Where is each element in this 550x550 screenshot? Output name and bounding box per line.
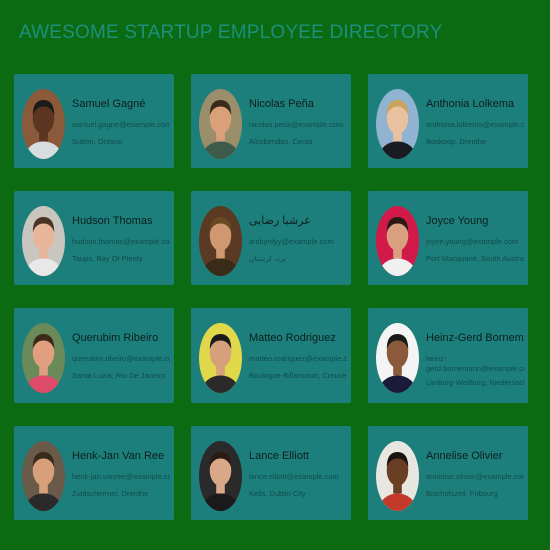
employee-email: hudson.thomas@example.com bbox=[72, 237, 170, 246]
employee-email: lance.elliott@example.com bbox=[249, 472, 339, 481]
employee-name: Querubim Ribeiro bbox=[72, 332, 159, 344]
employee-card[interactable]: Anthonia Lolkema anthonia.lolkema@example… bbox=[368, 74, 528, 168]
employee-location: Bischofszell, Fribourg bbox=[426, 489, 498, 498]
employee-info: Samuel Gagné samuel.gagne@example.com Sutt… bbox=[72, 98, 170, 147]
employee-email: matteo.rodriguez@example.com bbox=[249, 354, 347, 363]
employee-email: querubim.ribeiro@example.com bbox=[72, 354, 170, 363]
employee-email: heinz-gerd.bornemann@example.com bbox=[426, 354, 524, 373]
employee-name: Samuel Gagné bbox=[72, 98, 146, 110]
employee-location: Alcobendas, Ceuta bbox=[249, 137, 313, 146]
employee-card[interactable]: Hudson Thomas hudson.thomas@example.com Ta… bbox=[14, 191, 174, 285]
employee-card[interactable]: Henk-Jan Van Ree henk-jan.vanree@example.… bbox=[14, 426, 174, 520]
employee-avatar bbox=[199, 89, 242, 159]
employee-info: Henk-Jan Van Ree henk-jan.vanree@example.… bbox=[72, 450, 170, 499]
employee-name: Lance Elliott bbox=[249, 450, 309, 462]
employee-info: Matteo Rodriguez matteo.rodriguez@example… bbox=[249, 332, 347, 381]
employee-location: Taupo, Bay Of Plenty bbox=[72, 254, 143, 263]
employee-name: Heinz-Gerd Bornemann bbox=[426, 332, 524, 344]
employee-card[interactable]: Annelise Olivier annelise.olivier@example… bbox=[368, 426, 528, 520]
employee-card[interactable]: Samuel Gagné samuel.gagne@example.com Sutt… bbox=[14, 74, 174, 168]
employee-info: Annelise Olivier annelise.olivier@example… bbox=[426, 450, 524, 499]
employee-name: عرشیا رضایی bbox=[249, 215, 311, 227]
employee-info: Nicolas Peña nicolas.pena@example.com Alco… bbox=[249, 98, 347, 147]
employee-location: یزد، لرستان bbox=[249, 254, 286, 263]
employee-email: henk-jan.vanree@example.com bbox=[72, 472, 170, 481]
employee-info: Querubim Ribeiro querubim.ribeiro@example… bbox=[72, 332, 170, 381]
employee-email: samuel.gagne@example.com bbox=[72, 120, 170, 129]
employee-info: Heinz-Gerd Bornemann heinz-gerd.bornemann… bbox=[426, 332, 524, 388]
employee-email: arshyrdyy@example.com bbox=[249, 237, 334, 246]
employee-avatar bbox=[199, 323, 242, 393]
employee-name: Annelise Olivier bbox=[426, 450, 503, 462]
employee-card[interactable]: Nicolas Peña nicolas.pena@example.com Alco… bbox=[191, 74, 351, 168]
employee-avatar bbox=[22, 323, 65, 393]
employee-avatar bbox=[22, 206, 65, 276]
employee-location: Kells, Dublin City bbox=[249, 489, 306, 498]
employee-name: Hudson Thomas bbox=[72, 215, 153, 227]
employee-email: annelise.olivier@example.com bbox=[426, 472, 524, 481]
employee-location: Limburg-Weilburg, Niedersachsen bbox=[426, 378, 524, 387]
employee-email: anthonia.lolkema@example.com bbox=[426, 120, 524, 129]
page-title: AWESOME STARTUP EMPLOYEE DIRECTORY bbox=[19, 22, 443, 43]
employee-avatar bbox=[376, 206, 419, 276]
employee-name: Nicolas Peña bbox=[249, 98, 314, 110]
employee-name: Anthonia Lolkema bbox=[426, 98, 515, 110]
employee-avatar bbox=[199, 441, 242, 511]
employee-info: Lance Elliott lance.elliott@example.com Ke… bbox=[249, 450, 347, 499]
employee-info: Joyce Young joyce.young@example.com Port M… bbox=[426, 215, 524, 264]
employee-card[interactable]: عرشیا رضایی arshyrdyy@example.com یزد، لرس… bbox=[191, 191, 351, 285]
employee-name: Matteo Rodriguez bbox=[249, 332, 336, 344]
employee-email: nicolas.pena@example.com bbox=[249, 120, 344, 129]
employee-grid: Samuel Gagné samuel.gagne@example.com Sutt… bbox=[14, 74, 528, 520]
employee-location: Santa Luzia, Rio De Janeiro bbox=[72, 371, 166, 380]
employee-card[interactable]: Matteo Rodriguez matteo.rodriguez@example… bbox=[191, 308, 351, 403]
employee-location: Sutton, Ontario bbox=[72, 137, 123, 146]
employee-avatar bbox=[199, 206, 242, 276]
employee-card[interactable]: Querubim Ribeiro querubim.ribeiro@example… bbox=[14, 308, 174, 403]
employee-avatar bbox=[376, 89, 419, 159]
employee-location: Boulogne-Billancourt, Creuse bbox=[249, 371, 347, 380]
employee-email: joyce.young@example.com bbox=[426, 237, 519, 246]
employee-location: Zuidschermer, Drenthe bbox=[72, 489, 149, 498]
employee-avatar bbox=[376, 323, 419, 393]
employee-avatar bbox=[376, 441, 419, 511]
employee-location: Boskoop, Drenthe bbox=[426, 137, 487, 146]
employee-card[interactable]: Heinz-Gerd Bornemann heinz-gerd.bornemann… bbox=[368, 308, 528, 403]
employee-info: Hudson Thomas hudson.thomas@example.com Ta… bbox=[72, 215, 170, 264]
employee-avatar bbox=[22, 89, 65, 159]
employee-info: Anthonia Lolkema anthonia.lolkema@example… bbox=[426, 98, 524, 147]
employee-name: Henk-Jan Van Ree bbox=[72, 450, 165, 462]
employee-card[interactable]: Joyce Young joyce.young@example.com Port M… bbox=[368, 191, 528, 285]
employee-avatar bbox=[22, 441, 65, 511]
employee-card[interactable]: Lance Elliott lance.elliott@example.com Ke… bbox=[191, 426, 351, 520]
employee-location: Port Macquarie, South Australia bbox=[426, 254, 524, 263]
employee-name: Joyce Young bbox=[426, 215, 489, 227]
employee-info: عرشیا رضایی arshyrdyy@example.com یزد، لرس… bbox=[249, 215, 347, 264]
